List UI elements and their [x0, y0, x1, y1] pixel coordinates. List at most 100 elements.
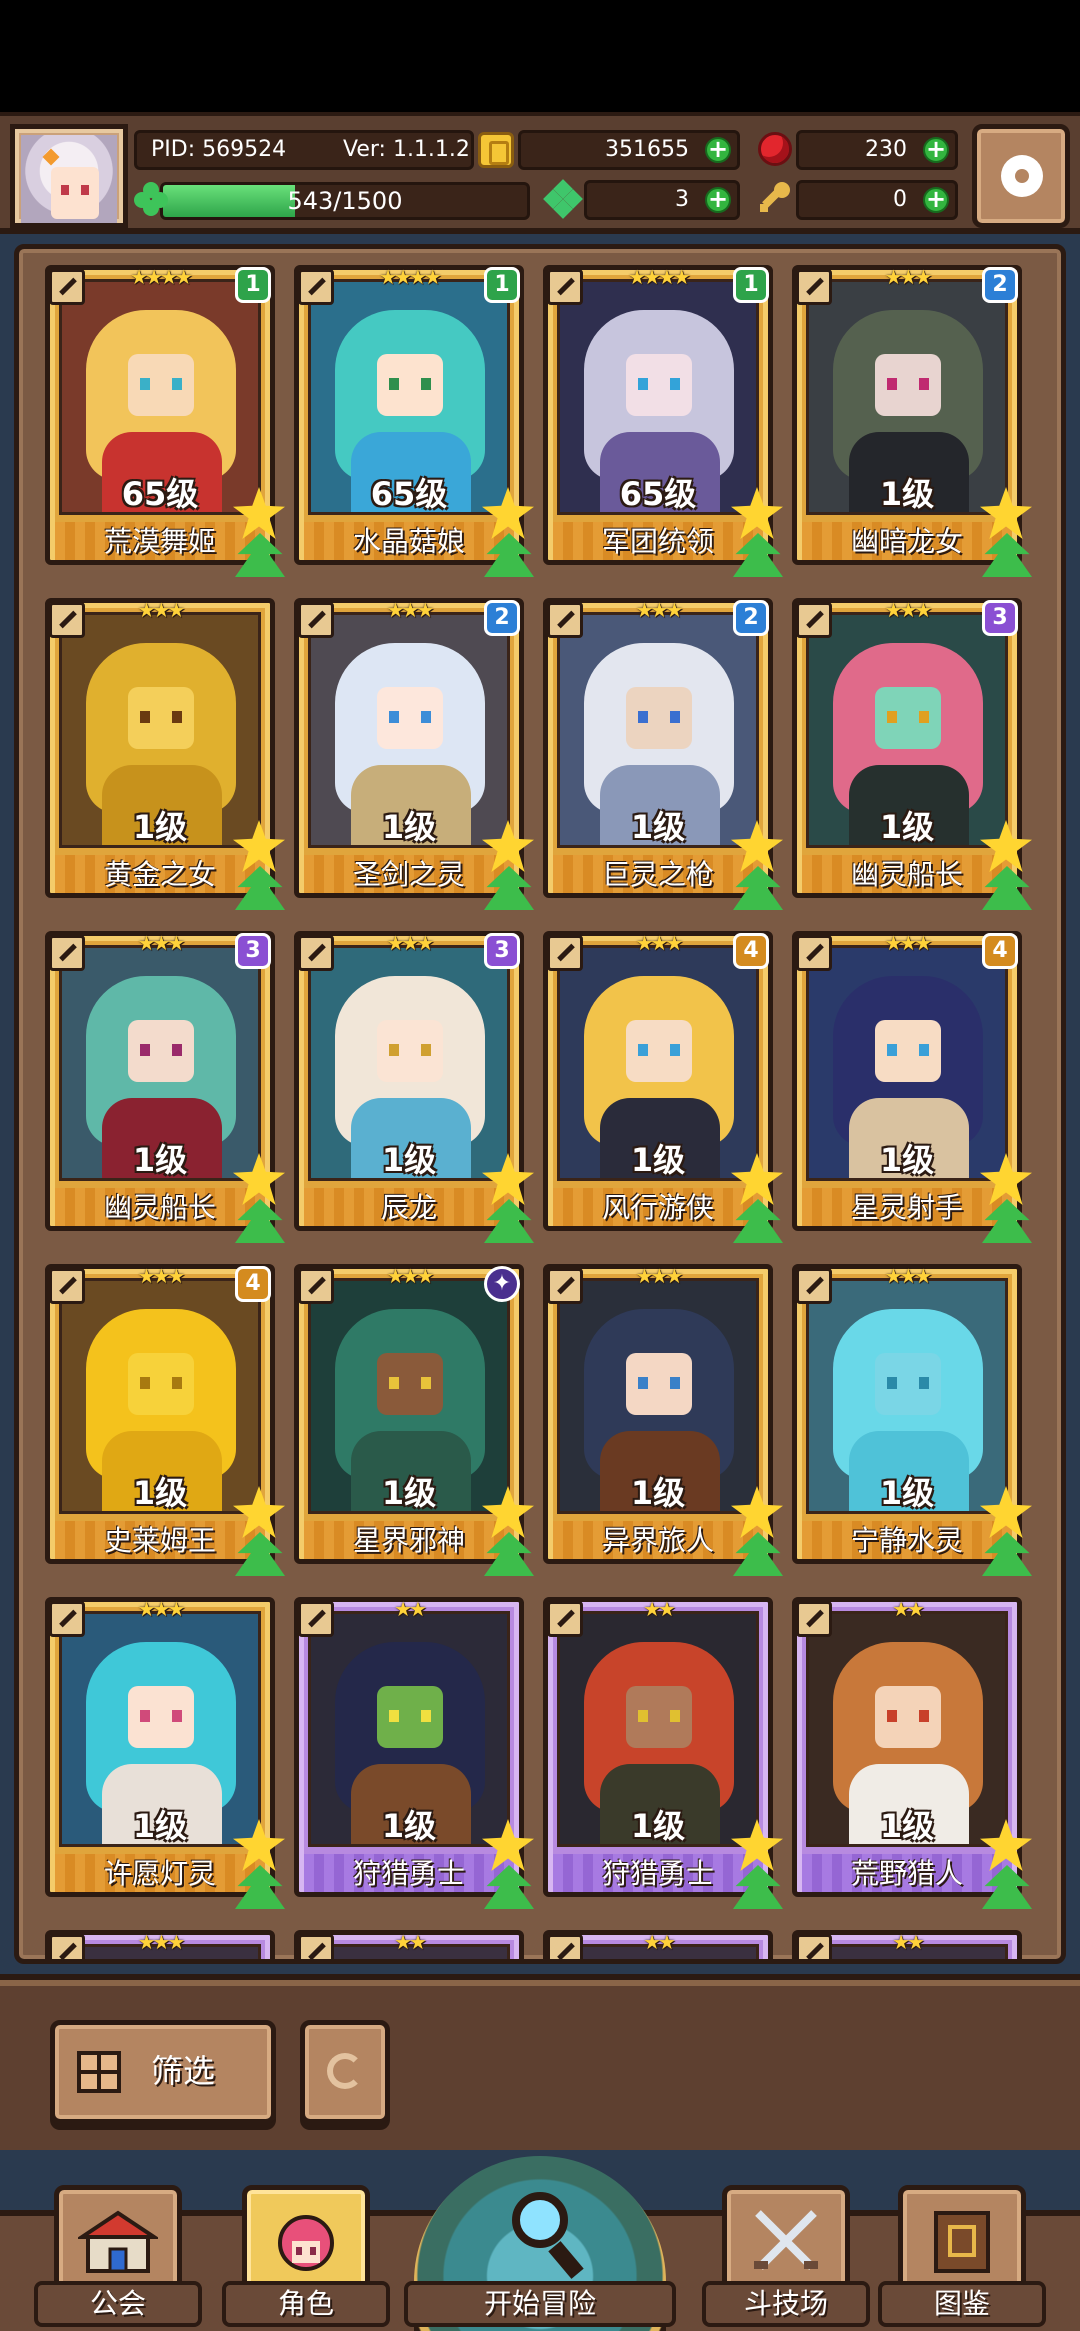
- character-card[interactable]: 幽灵船长 ★★★ 3 1级: [45, 931, 285, 1243]
- character-card[interactable]: 巨灵之枪 ★★★ 2 1级: [543, 598, 783, 910]
- star-rating: ★★: [394, 1597, 427, 1621]
- character-level: 1级: [630, 1807, 686, 1845]
- gold-amount: 351655: [605, 137, 689, 162]
- nav-guild[interactable]: 公会: [34, 2181, 202, 2331]
- character-name: 宁静水灵: [802, 1521, 1012, 1559]
- character-level: 65级: [619, 475, 697, 513]
- rank-badge: 3: [982, 600, 1018, 636]
- card-frame: 星灵射手: [792, 931, 1022, 1231]
- character-card[interactable]: 风行游侠 ★★★ 4 1级: [543, 931, 783, 1243]
- character-card[interactable]: 圣剑之灵 ★★★ 2 1级: [294, 598, 534, 910]
- guild-hall-icon: [78, 2210, 158, 2273]
- character-card[interactable]: 水晶菇娘 ★★★★ 1 65级: [294, 265, 534, 577]
- clover-icon: [134, 182, 168, 216]
- weapon-class-icon: [547, 1934, 583, 1959]
- character-level: 1级: [132, 1474, 188, 1512]
- add-leaf-button[interactable]: +: [705, 187, 731, 213]
- game-version: Ver: 1.1.1.2: [343, 137, 470, 162]
- add-ruby-button[interactable]: +: [923, 137, 949, 163]
- character-name: 圣剑之灵: [304, 855, 514, 893]
- star-rating: ★★★: [386, 931, 435, 955]
- character-name: 水晶菇娘: [304, 522, 514, 560]
- star-rating: ★★★★: [130, 265, 193, 289]
- character-card[interactable]: 军团统领 ★★★★ 1 65级: [543, 265, 783, 577]
- weapon-class-icon: [298, 602, 334, 638]
- star-rating: ★★★★: [379, 265, 442, 289]
- weapon-class-icon: [49, 1934, 85, 1959]
- nav-adventure-label: 开始冒险: [404, 2281, 676, 2327]
- nav-characters[interactable]: 角色: [222, 2181, 390, 2331]
- character-card[interactable]: 史莱姆王 ★★★ 4 1级: [45, 1264, 285, 1576]
- nav-codex[interactable]: 图鉴: [878, 2181, 1046, 2331]
- character-name: 狩猎勇士: [553, 1854, 763, 1892]
- card-frame: 幽灵船长: [792, 598, 1022, 898]
- character-card[interactable]: 荒漠舞姬 ★★★★ 1 65级: [45, 265, 285, 577]
- card-frame: 狩猎勇士: [294, 1597, 524, 1897]
- card-frame: 幽灵船长: [45, 931, 275, 1231]
- character-card[interactable]: 辰龙 ★★★ 3 1级: [294, 931, 534, 1243]
- rank-badge: 4: [235, 1266, 271, 1302]
- player-id: PID: 569524: [151, 137, 287, 162]
- character-card[interactable]: 狩猎勇士 ★★ 1级: [294, 1597, 534, 1909]
- rank-badge: 1: [484, 267, 520, 303]
- character-card[interactable]: 黄金之女 ★★★ 1级: [45, 598, 285, 910]
- refresh-button[interactable]: [300, 2020, 390, 2124]
- weapon-class-icon: [796, 935, 832, 971]
- character-card[interactable]: 荒野猎人 ★★ 1级: [792, 1597, 1032, 1909]
- character-name: 星界邪神: [304, 1521, 514, 1559]
- character-card[interactable]: 异界旅人 ★★★ 1级: [543, 1264, 783, 1576]
- nav-arena[interactable]: 斗技场: [702, 2181, 870, 2331]
- weapon-class-icon: [796, 1268, 832, 1304]
- character-card[interactable]: ★★: [543, 1930, 773, 1959]
- card-frame: 巨灵之枪: [543, 598, 773, 898]
- character-card[interactable]: 星界邪神 ★★★ ✦ 1级: [294, 1264, 534, 1576]
- card-frame: 荒漠舞姬: [45, 265, 275, 565]
- character-card[interactable]: ★★: [792, 1930, 1022, 1959]
- star-rating: ★★★: [386, 1264, 435, 1288]
- character-card[interactable]: ★★★: [45, 1930, 275, 1959]
- character-name: 风行游侠: [553, 1188, 763, 1226]
- player-avatar[interactable]: [10, 124, 128, 228]
- character-card[interactable]: 许愿灯灵 ★★★ 1级: [45, 1597, 285, 1909]
- star-rating: ★★: [394, 1930, 427, 1954]
- rank-badge: 2: [733, 600, 769, 636]
- settings-button[interactable]: [972, 124, 1070, 228]
- star-rating: ★★★: [635, 1264, 684, 1288]
- card-frame: 宁静水灵: [792, 1264, 1022, 1564]
- card-frame: 史莱姆王: [45, 1264, 275, 1564]
- weapon-class-icon: [49, 1268, 85, 1304]
- start-adventure-button[interactable]: 开始冒险: [404, 2150, 676, 2331]
- character-name: 荒野猎人: [802, 1854, 1012, 1892]
- character-card[interactable]: 宁静水灵 ★★★ 1级: [792, 1264, 1032, 1576]
- ruby-amount: 230: [865, 137, 907, 162]
- add-gold-button[interactable]: +: [705, 137, 731, 163]
- weapon-class-icon: [298, 1934, 334, 1959]
- character-card[interactable]: 幽灵船长 ★★★ 3 1级: [792, 598, 1032, 910]
- star-rating: ★★★: [884, 931, 933, 955]
- weapon-class-icon: [796, 1601, 832, 1637]
- filter-button[interactable]: 筛选: [50, 2020, 276, 2124]
- star-rating: ★★★: [386, 598, 435, 622]
- weapon-class-icon: [547, 1601, 583, 1637]
- star-rating: ★★★: [137, 1597, 186, 1621]
- card-frame: 幽暗龙女: [792, 265, 1022, 565]
- character-level: 1级: [381, 808, 437, 846]
- character-grid[interactable]: 荒漠舞姬 ★★★★ 1 65级 水晶菇娘 ★★★★ 1 65级 军团统领 ★★★★ 1 65级 幽暗龙女…: [14, 244, 1066, 1964]
- leaf-amount: 3: [675, 187, 689, 212]
- character-card[interactable]: 狩猎勇士 ★★ 1级: [543, 1597, 783, 1909]
- nav-guild-label: 公会: [34, 2281, 202, 2327]
- card-frame: 星界邪神: [294, 1264, 524, 1564]
- key-counter: 0 +: [796, 180, 958, 220]
- character-card[interactable]: 幽暗龙女 ★★★ 2 1级: [792, 265, 1032, 577]
- character-name: 荒漠舞姬: [55, 522, 265, 560]
- rank-badge: 3: [484, 933, 520, 969]
- weapon-class-icon: [796, 269, 832, 305]
- star-rating: ★★★: [884, 265, 933, 289]
- character-name: 狩猎勇士: [304, 1854, 514, 1892]
- character-name: 幽暗龙女: [802, 522, 1012, 560]
- character-card[interactable]: ★★: [294, 1930, 524, 1959]
- add-key-button[interactable]: +: [923, 187, 949, 213]
- status-bar: [0, 0, 1080, 112]
- character-card[interactable]: 星灵射手 ★★★ 4 1级: [792, 931, 1032, 1243]
- star-rating: ★★★: [137, 1930, 186, 1954]
